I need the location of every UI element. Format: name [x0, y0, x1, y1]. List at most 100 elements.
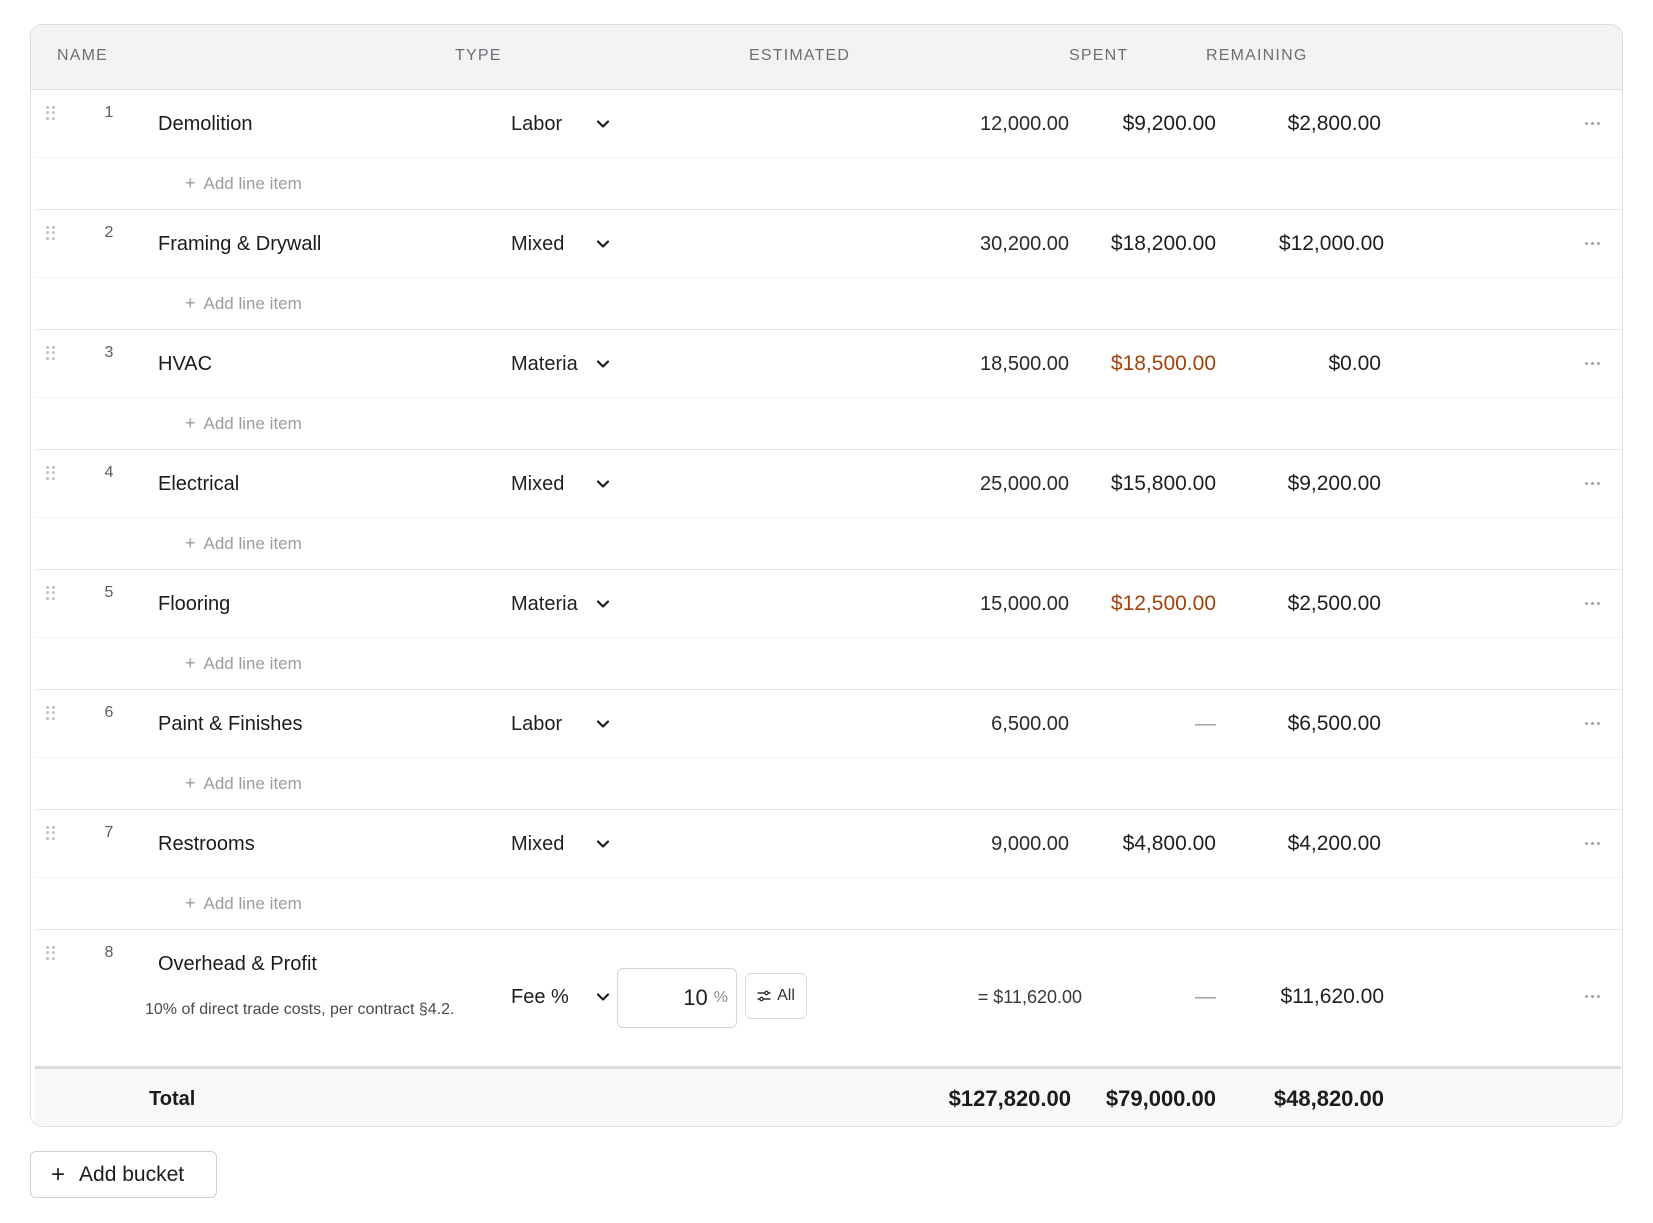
calculated-amount: = $11,620.00	[977, 987, 1082, 1007]
table-row: 4 Electrical Mixed 25,000.00 $15,800.00 …	[35, 450, 1621, 570]
more-horizontal-icon[interactable]	[1581, 112, 1603, 134]
row-main: 1 Demolition Labor 12,000.00 $9,200.00 $…	[35, 90, 1621, 157]
row-number: 2	[104, 224, 114, 241]
more-horizontal-icon[interactable]	[1581, 232, 1603, 254]
row-number: 4	[104, 464, 114, 481]
add-bucket-label: Add bucket	[79, 1162, 185, 1186]
table-row: 5 Flooring Materia 15,000.00 $12,500.00 …	[35, 570, 1621, 690]
plus-icon: +	[51, 1160, 66, 1188]
row-number: 3	[104, 344, 114, 361]
chevron-down-icon	[596, 720, 610, 728]
add-line-item-label: Add line item	[203, 413, 302, 433]
fee-percent-input[interactable]: 10 %	[617, 968, 737, 1028]
spent-amount: —	[1195, 985, 1216, 1008]
row-main: 2 Framing & Drywall Mixed 30,200.00 $18,…	[35, 210, 1621, 277]
type-select[interactable]: Materia	[511, 590, 621, 618]
bucket-name[interactable]: Flooring	[158, 593, 230, 616]
more-horizontal-icon[interactable]	[1581, 832, 1603, 854]
row-sub: + Add line item	[35, 397, 1621, 450]
apply-all-label: All	[777, 987, 795, 1004]
row-number: 7	[104, 824, 114, 841]
spent-amount: $4,800.00	[1122, 832, 1216, 855]
more-horizontal-icon[interactable]	[1581, 985, 1603, 1007]
more-horizontal-icon[interactable]	[1581, 592, 1603, 614]
bucket-name[interactable]: Electrical	[158, 473, 239, 496]
row-main: 3 HVAC Materia 18,500.00 $18,500.00 $0.0…	[35, 330, 1621, 397]
total-spent: $79,000.00	[1105, 1086, 1216, 1111]
bucket-name[interactable]: Overhead & Profit	[158, 953, 317, 976]
apply-all-button[interactable]: All	[745, 973, 807, 1019]
bucket-note: 10% of direct trade costs, per contract …	[145, 1001, 455, 1018]
remaining-amount: $4,200.00	[1287, 832, 1381, 855]
add-line-item-button[interactable]: + Add line item	[185, 533, 302, 554]
drag-handle-icon[interactable]	[46, 346, 56, 360]
drag-handle-icon[interactable]	[46, 106, 56, 120]
drag-handle-icon[interactable]	[46, 226, 56, 240]
drag-handle-icon[interactable]	[46, 826, 56, 840]
type-select[interactable]: Labor	[511, 710, 621, 738]
table-row: 1 Demolition Labor 12,000.00 $9,200.00 $…	[35, 90, 1621, 210]
remaining-amount: $2,800.00	[1287, 112, 1381, 135]
row-sub: + Add line item	[35, 157, 1621, 210]
column-header-type: TYPE	[455, 47, 502, 64]
row-number: 8	[104, 944, 114, 961]
type-select[interactable]: Materia	[511, 350, 621, 378]
estimated-amount[interactable]: 9,000.00	[991, 833, 1069, 856]
type-select[interactable]: Mixed	[511, 230, 621, 258]
chevron-down-icon	[596, 480, 610, 488]
estimated-amount[interactable]: 12,000.00	[980, 113, 1069, 136]
drag-handle-icon[interactable]	[46, 586, 56, 600]
estimated-amount[interactable]: 30,200.00	[980, 233, 1069, 256]
bucket-name[interactable]: HVAC	[158, 353, 212, 376]
budget-page: NAME TYPE ESTIMATED SPENT REMAINING 1 De…	[0, 0, 1653, 1223]
drag-handle-icon[interactable]	[46, 466, 56, 480]
row-main: 5 Flooring Materia 15,000.00 $12,500.00 …	[35, 570, 1621, 637]
bucket-name[interactable]: Demolition	[158, 113, 252, 136]
remaining-amount: $6,500.00	[1287, 712, 1381, 735]
row-main: 7 Restrooms Mixed 9,000.00 $4,800.00 $4,…	[35, 810, 1621, 877]
bucket-name[interactable]: Framing & Drywall	[158, 233, 321, 256]
add-bucket-button[interactable]: + Add bucket	[30, 1151, 217, 1198]
type-select[interactable]: Mixed	[511, 830, 621, 858]
bucket-name[interactable]: Restrooms	[158, 833, 255, 856]
more-horizontal-icon[interactable]	[1581, 712, 1603, 734]
bucket-name[interactable]: Paint & Finishes	[158, 713, 303, 736]
add-line-item-button[interactable]: + Add line item	[185, 413, 302, 434]
column-header-name: NAME	[57, 47, 109, 64]
plus-icon: +	[185, 893, 196, 913]
chevron-down-icon	[596, 600, 610, 608]
drag-handle-icon[interactable]	[46, 946, 56, 960]
table-row: 3 HVAC Materia 18,500.00 $18,500.00 $0.0…	[35, 330, 1621, 450]
table-row: 7 Restrooms Mixed 9,000.00 $4,800.00 $4,…	[35, 810, 1621, 930]
add-line-item-button[interactable]: + Add line item	[185, 773, 302, 794]
add-line-item-button[interactable]: + Add line item	[185, 653, 302, 674]
type-select[interactable]: Mixed	[511, 470, 621, 498]
more-horizontal-icon[interactable]	[1581, 472, 1603, 494]
type-select[interactable]: Labor	[511, 110, 621, 138]
table-row-overhead: 8 Overhead & Profit 10% of direct trade …	[35, 930, 1621, 1066]
chevron-down-icon	[596, 840, 610, 848]
type-select[interactable]: Fee %	[511, 983, 621, 1011]
estimated-amount[interactable]: 18,500.00	[980, 353, 1069, 376]
type-select-value: Labor	[511, 712, 563, 735]
type-select-value: Mixed	[511, 832, 565, 855]
table-row: 2 Framing & Drywall Mixed 30,200.00 $18,…	[35, 210, 1621, 330]
add-line-item-button[interactable]: + Add line item	[185, 293, 302, 314]
remaining-amount: $2,500.00	[1287, 592, 1381, 615]
more-horizontal-icon[interactable]	[1581, 352, 1603, 374]
row-sub: + Add line item	[35, 277, 1621, 330]
spent-amount: $18,500.00	[1110, 352, 1216, 375]
row-main: 6 Paint & Finishes Labor 6,500.00 — $6,5…	[35, 690, 1621, 757]
row-sub: + Add line item	[35, 757, 1621, 810]
drag-handle-icon[interactable]	[46, 706, 56, 720]
add-line-item-button[interactable]: + Add line item	[185, 173, 302, 194]
spent-amount: $9,200.00	[1122, 112, 1216, 135]
estimated-amount[interactable]: 15,000.00	[980, 593, 1069, 616]
add-line-item-button[interactable]: + Add line item	[185, 893, 302, 914]
plus-icon: +	[185, 773, 196, 793]
estimated-amount[interactable]: 25,000.00	[980, 473, 1069, 496]
row-number: 1	[104, 104, 114, 121]
add-line-item-label: Add line item	[203, 173, 302, 193]
estimated-amount[interactable]: 6,500.00	[991, 713, 1069, 736]
budget-table: NAME TYPE ESTIMATED SPENT REMAINING 1 De…	[30, 24, 1623, 1127]
